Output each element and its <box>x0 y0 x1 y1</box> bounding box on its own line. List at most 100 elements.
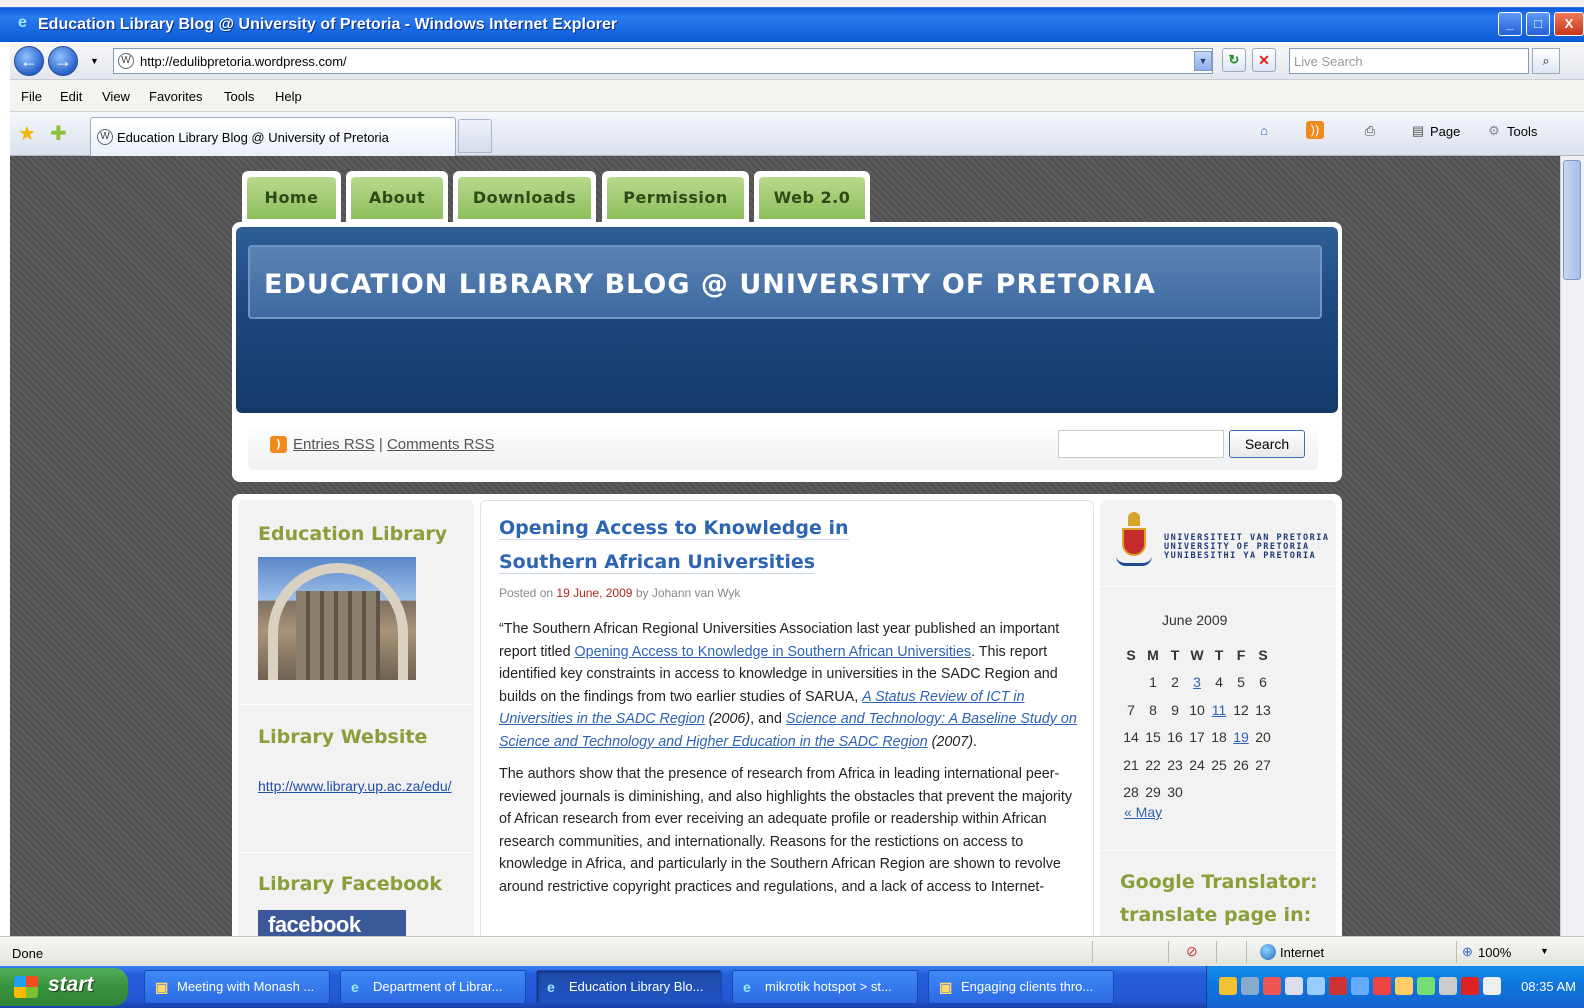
google-translator-heading: Google Translator: translate page in: <box>1120 871 1318 926</box>
minimize-button[interactable]: _ <box>1498 12 1522 36</box>
university-name-line: YUNIBESITHI YA PRETORIA <box>1164 551 1317 561</box>
favorites-center-icon[interactable]: ★ <box>18 121 36 146</box>
search-icon[interactable]: ⌕ <box>1532 48 1560 74</box>
calendar-day-link[interactable]: 11 <box>1208 696 1230 724</box>
taskbar-item[interactable]: e mikrotik hotspot > st... <box>732 970 918 1004</box>
search-button[interactable]: Search <box>1229 430 1305 458</box>
new-tab-button[interactable] <box>458 119 492 153</box>
tray-icon[interactable] <box>1373 977 1391 995</box>
menu-file[interactable]: File <box>21 89 42 104</box>
calendar-day: 1 <box>1149 674 1157 691</box>
taskbar-item-active[interactable]: e Education Library Blo... <box>536 970 722 1004</box>
calendar-day: 16 <box>1167 729 1183 746</box>
address-input[interactable]: W http://edulibpretoria.wordpress.com/ ▼ <box>113 48 1213 74</box>
post-title-link[interactable]: Opening Access to Knowledge in Southern … <box>499 511 909 579</box>
content-area: Education Library Library Website http:/… <box>232 494 1342 936</box>
close-button[interactable]: X <box>1554 12 1584 36</box>
add-favorite-icon[interactable]: ✚ <box>50 121 67 146</box>
calendar-day: 30 <box>1167 784 1183 801</box>
maximize-button[interactable]: □ <box>1526 12 1550 36</box>
post-date[interactable]: 19 June, 2009 <box>556 586 632 600</box>
library-building-image[interactable] <box>258 557 416 680</box>
tray-icon[interactable] <box>1483 977 1501 995</box>
nav-tab-label: Home <box>247 177 336 219</box>
nav-tab-permission[interactable]: Permission <box>602 171 749 223</box>
refresh-button[interactable]: ↻ <box>1222 48 1246 72</box>
nav-tab-home[interactable]: Home <box>242 171 341 223</box>
home-icon[interactable]: ⌂ <box>1254 121 1274 141</box>
wireless-icon[interactable] <box>1417 977 1435 995</box>
tray-icon[interactable] <box>1461 977 1479 995</box>
menu-view[interactable]: View <box>102 89 130 104</box>
start-button[interactable]: start <box>0 968 128 1006</box>
rss-icon: ) <box>270 436 287 453</box>
powerpoint-icon: ▣ <box>155 979 169 995</box>
report-link[interactable]: Opening Access to Knowledge in Southern … <box>575 644 972 660</box>
tray-icon[interactable] <box>1439 977 1457 995</box>
entries-rss-link[interactable]: Entries RSS <box>293 436 375 453</box>
zoom-dropdown[interactable]: ▼ <box>1540 946 1549 956</box>
nav-tab-about[interactable]: About <box>346 171 448 223</box>
tray-icon[interactable] <box>1395 977 1413 995</box>
tray-icon[interactable] <box>1219 977 1237 995</box>
zoom-level[interactable]: 100% <box>1478 945 1511 960</box>
network-icon[interactable] <box>1351 977 1369 995</box>
previous-month-link[interactable]: « May <box>1124 804 1162 820</box>
blog-title-box[interactable]: EDUCATION LIBRARY BLOG @ UNIVERSITY OF P… <box>248 245 1322 319</box>
forward-button[interactable]: → <box>48 46 78 76</box>
feeds-icon[interactable]: )) <box>1306 121 1324 139</box>
security-zone[interactable]: Internet <box>1280 945 1324 960</box>
tray-icon[interactable] <box>1329 977 1347 995</box>
calendar-day: 5 <box>1237 674 1245 691</box>
archway <box>268 563 408 680</box>
tools-menu[interactable]: Tools <box>1507 124 1537 139</box>
calendar-day-link[interactable]: 19 <box>1230 724 1252 752</box>
tab-bar: ★ ✚ W Education Library Blog @ Universit… <box>10 112 1584 156</box>
rss-separator: | <box>378 436 383 453</box>
menu-tools[interactable]: Tools <box>224 89 254 104</box>
calendar-day: 6 <box>1259 674 1267 691</box>
globe-icon <box>1260 944 1276 960</box>
recent-pages-dropdown[interactable]: ▼ <box>90 56 99 66</box>
comments-rss-link[interactable]: Comments RSS <box>387 436 495 453</box>
post-text: (2007) <box>931 733 973 750</box>
calendar-day: 7 <box>1127 701 1135 718</box>
library-website-link[interactable]: http://www.library.up.ac.za/edu/ <box>258 778 452 794</box>
popup-blocker-icon[interactable]: ⊘ <box>1186 943 1198 960</box>
calendar-day: 8 <box>1149 701 1157 718</box>
stop-button[interactable]: ✕ <box>1252 48 1276 72</box>
tray-icon[interactable] <box>1241 977 1259 995</box>
nav-tab-label: Permission <box>607 177 744 219</box>
address-dropdown[interactable]: ▼ <box>1194 51 1212 71</box>
post-text: (2006) <box>708 711 751 727</box>
site-search-input[interactable] <box>1058 430 1224 458</box>
university-logo[interactable]: UNIVERSITEIT VAN PRETORIA UNIVERSITY OF … <box>1116 512 1330 574</box>
menu-help[interactable]: Help <box>275 89 302 104</box>
calendar-day: 21 <box>1123 756 1139 773</box>
vertical-scrollbar[interactable] <box>1560 156 1584 936</box>
calendar-day-link[interactable]: 3 <box>1186 669 1208 697</box>
taskbar-item[interactable]: e Department of Librar... <box>340 970 526 1004</box>
status-divider <box>1168 941 1169 963</box>
menu-favorites[interactable]: Favorites <box>149 89 202 104</box>
tray-icon[interactable] <box>1307 977 1325 995</box>
taskbar-item[interactable]: ▣ Meeting with Monash ... <box>144 970 330 1004</box>
page-menu[interactable]: Page <box>1430 124 1460 139</box>
tray-icon[interactable] <box>1263 977 1281 995</box>
facebook-badge[interactable]: facebook <box>258 910 406 936</box>
volume-icon[interactable] <box>1285 977 1303 995</box>
nav-tab-downloads[interactable]: Downloads <box>453 171 596 223</box>
menu-edit[interactable]: Edit <box>60 89 82 104</box>
print-icon[interactable]: ⎙ <box>1360 121 1380 141</box>
gear-icon: ⚙ <box>1488 123 1500 138</box>
nav-tab-web20[interactable]: Web 2.0 <box>754 171 870 223</box>
post-author: by Johann van Wyk <box>635 586 741 600</box>
back-button[interactable]: ← <box>14 46 44 76</box>
page-icon: ▤ <box>1411 123 1425 138</box>
scrollbar-thumb[interactable] <box>1563 160 1581 280</box>
taskbar-item[interactable]: ▣ Engaging clients thro... <box>928 970 1114 1004</box>
clock[interactable]: 08:35 AM <box>1521 979 1576 994</box>
tab-education-library-blog[interactable]: W Education Library Blog @ University of… <box>90 117 456 156</box>
calendar-week: 28 29 30 <box>1120 779 1274 807</box>
live-search-input[interactable]: Live Search <box>1289 48 1529 74</box>
